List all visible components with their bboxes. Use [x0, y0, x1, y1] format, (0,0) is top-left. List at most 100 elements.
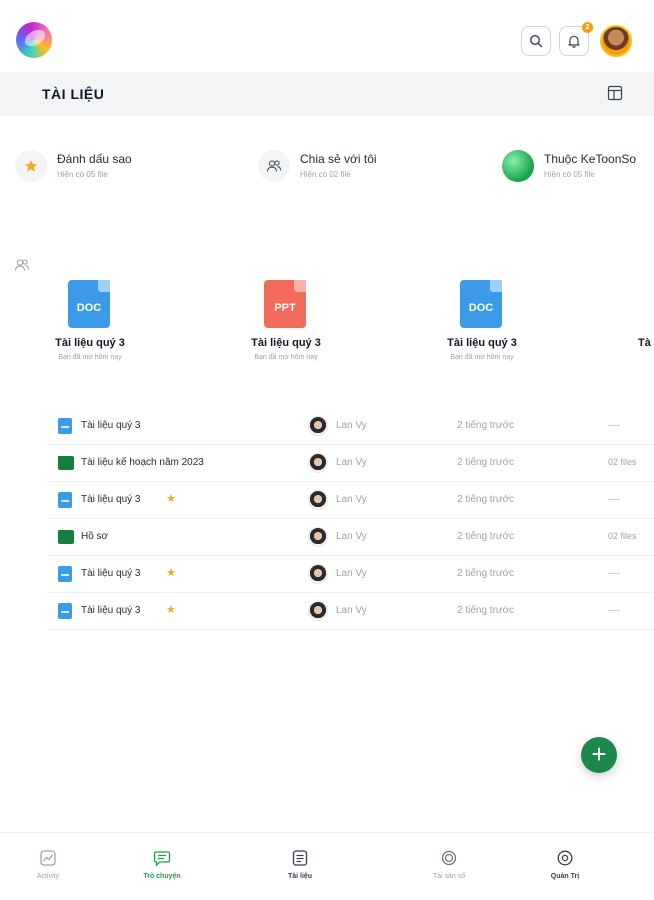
- top-bar: 2: [0, 0, 654, 72]
- nav-item-documents[interactable]: Tài liệu: [260, 833, 340, 891]
- nav-item-admin[interactable]: Quản Trị: [525, 833, 605, 891]
- file-size: 02 files: [608, 531, 637, 541]
- doc-file-icon: DOC: [460, 280, 502, 328]
- star-icon[interactable]: ★: [166, 566, 176, 579]
- quick-access-shared[interactable]: Chia sẻ với tôi Hiện có 02 file: [258, 148, 458, 188]
- quick-access-starred[interactable]: Đánh dấu sao Hiện có 05 file: [15, 148, 215, 188]
- file-extension: PPT: [274, 302, 296, 314]
- card-title: Tài liệu quý 3: [251, 337, 321, 349]
- file-extension: DOC: [468, 302, 494, 314]
- doc-file-icon: [58, 603, 72, 619]
- section-header: TÀI LIỆU: [0, 72, 654, 116]
- file-name: Tài liệu quý 3: [81, 568, 141, 579]
- table-row[interactable]: Tài liệu quý 3 ★ Lan Vy 2 tiếng trước --…: [48, 556, 654, 593]
- quick-access-subtitle: Hiện có 05 file: [544, 170, 595, 179]
- search-icon: [529, 34, 543, 48]
- file-owner: Lan Vy: [336, 457, 367, 468]
- owner-avatar: [308, 453, 328, 473]
- doc-file-icon: DOC: [68, 280, 110, 328]
- star-icon: [15, 150, 47, 182]
- file-name: Tài liệu quý 3: [81, 605, 141, 616]
- asset-icon: [441, 850, 457, 866]
- table-row[interactable]: Tài liệu kế hoạch năm 2023 Lan Vy 2 tiến…: [48, 445, 654, 482]
- file-modified: 2 tiếng trước: [457, 420, 515, 431]
- table-row[interactable]: Tài liệu quý 3 ★ Lan Vy 2 tiếng trước --…: [48, 593, 654, 630]
- card-title: Tà: [638, 337, 651, 349]
- activity-icon: [40, 850, 56, 866]
- nav-label: Tài sản số: [432, 873, 466, 880]
- page-title: TÀI LIỆU: [42, 86, 105, 102]
- file-name: Tài liệu quý 3: [81, 494, 141, 505]
- file-modified: 2 tiếng trước: [457, 605, 515, 616]
- chat-icon: [153, 851, 171, 867]
- users-icon: [14, 259, 30, 271]
- app-logo[interactable]: [16, 22, 52, 58]
- owner-avatar: [308, 601, 328, 621]
- owner-avatar: [308, 490, 328, 510]
- users-icon: [258, 150, 290, 182]
- star-icon[interactable]: ★: [166, 603, 176, 616]
- doc-file-icon: [58, 418, 72, 434]
- quick-access-subtitle: Hiện có 02 file: [300, 170, 351, 179]
- user-avatar[interactable]: [600, 25, 632, 57]
- owner-avatar: [308, 564, 328, 584]
- document-icon: [292, 850, 308, 866]
- recent-file-card[interactable]: DOC Tài liệu quý 3 Bạn đã mở hôm nay: [52, 280, 172, 370]
- quick-access-subtitle: Hiện có 05 file: [57, 170, 108, 179]
- recent-file-card[interactable]: DOC Tài liệu quý 3 Bạn đã mở hôm nay: [444, 280, 564, 370]
- recent-file-card[interactable]: Tà: [638, 280, 654, 370]
- ppt-file-icon: PPT: [264, 280, 306, 328]
- file-owner: Lan Vy: [336, 494, 367, 505]
- nav-item-activity[interactable]: Activity: [8, 833, 88, 891]
- folder-icon: [58, 456, 74, 470]
- quick-access-title: Đánh dấu sao: [57, 152, 132, 166]
- card-title: Tài liệu quý 3: [55, 337, 125, 349]
- file-modified: 2 tiếng trước: [457, 568, 515, 579]
- bell-icon: [568, 35, 580, 48]
- card-subtitle: Bạn đã mở hôm nay: [450, 354, 514, 361]
- doc-file-icon: [58, 492, 72, 508]
- file-owner: Lan Vy: [336, 568, 367, 579]
- notifications-button[interactable]: 2: [559, 22, 593, 56]
- card-subtitle: Bạn đã mở hôm nay: [58, 354, 122, 361]
- notification-badge: 2: [582, 22, 593, 33]
- card-title: Tài liệu quý 3: [447, 337, 517, 349]
- bottom-navigation: Activity Trò chuyện Tài liệu Tài sản số …: [0, 832, 654, 890]
- quick-access-organization[interactable]: Thuộc KeToonSo Hiện có 05 file: [502, 148, 654, 188]
- file-list: Tài liệu quý 3 Lan Vy 2 tiếng trước ----…: [48, 408, 654, 630]
- file-size: ----: [608, 568, 620, 578]
- file-owner: Lan Vy: [336, 605, 367, 616]
- folder-icon: [58, 530, 74, 544]
- add-file-button[interactable]: +: [581, 737, 617, 773]
- owner-avatar: [308, 527, 328, 547]
- owner-avatar: [308, 416, 328, 436]
- recent-file-card[interactable]: PPT Tài liệu quý 3 Bạn đã mở hôm nay: [248, 280, 368, 370]
- table-row[interactable]: Tài liệu quý 3 ★ Lan Vy 2 tiếng trước --…: [48, 482, 654, 519]
- file-modified: 2 tiếng trước: [457, 531, 515, 542]
- file-name: Tài liệu quý 3: [81, 420, 141, 431]
- nav-label: Trò chuyện: [143, 873, 181, 880]
- file-size: ----: [608, 420, 620, 430]
- file-modified: 2 tiếng trước: [457, 457, 515, 468]
- star-icon[interactable]: ★: [166, 492, 176, 505]
- organization-icon: [502, 150, 534, 182]
- search-button[interactable]: [521, 26, 551, 56]
- nav-label: Quản Trị: [550, 873, 580, 880]
- quick-access-title: Thuộc KeToonSo: [544, 152, 637, 166]
- nav-item-assets[interactable]: Tài sản số: [409, 833, 489, 891]
- layout-toggle-icon[interactable]: [607, 85, 623, 101]
- card-subtitle: Bạn đã mở hôm nay: [254, 354, 318, 361]
- file-size: ----: [608, 494, 620, 504]
- nav-label: Activity: [36, 873, 60, 880]
- file-extension: DOC: [76, 302, 102, 314]
- nav-label: Tài liệu: [287, 873, 313, 880]
- nav-item-chat[interactable]: Trò chuyện: [122, 833, 202, 891]
- file-name: Hồ sơ: [81, 531, 109, 542]
- table-row[interactable]: Hồ sơ Lan Vy 2 tiếng trước 02 files: [48, 519, 654, 556]
- doc-file-icon: [58, 566, 72, 582]
- file-modified: 2 tiếng trước: [457, 494, 515, 505]
- table-row[interactable]: Tài liệu quý 3 Lan Vy 2 tiếng trước ----: [48, 408, 654, 445]
- file-name: Tài liệu kế hoạch năm 2023: [81, 457, 204, 468]
- settings-icon: [557, 850, 573, 866]
- file-owner: Lan Vy: [336, 531, 367, 542]
